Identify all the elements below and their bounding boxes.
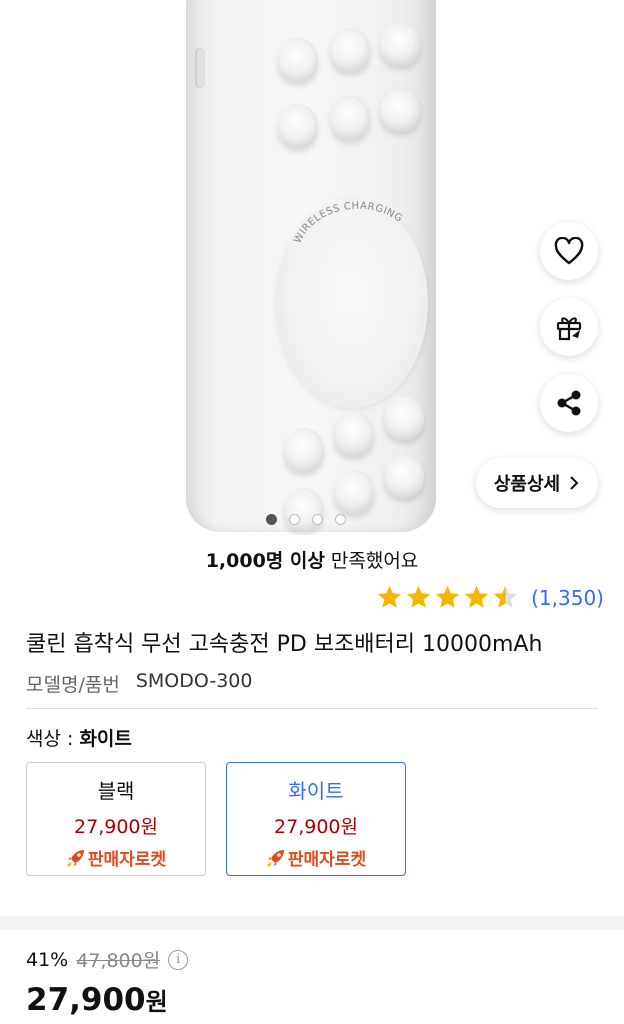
rating-stars xyxy=(376,584,519,611)
suction-cup xyxy=(330,96,370,140)
rocket-icon xyxy=(267,849,284,867)
carousel-dot[interactable] xyxy=(312,514,323,525)
carousel-indicator xyxy=(266,514,346,525)
suction-cup xyxy=(334,412,374,456)
model-value: SMODO-300 xyxy=(135,670,253,692)
rocket-badge-text: 판매자로켓 xyxy=(287,850,367,870)
final-price: 27,900원 xyxy=(26,982,168,1018)
color-option-label: 색상 : 화이트 xyxy=(26,724,132,751)
final-price-unit: 원 xyxy=(145,988,168,1016)
final-price-value: 27,900 xyxy=(26,982,146,1018)
suction-cup xyxy=(334,470,374,514)
carousel-dot[interactable] xyxy=(335,514,346,525)
product-detail-button[interactable]: 상품상세 xyxy=(476,458,598,508)
rating[interactable]: (1,350) xyxy=(376,584,604,611)
suction-cup xyxy=(380,88,420,132)
suction-cup xyxy=(330,28,370,72)
color-label-text: 색상 : xyxy=(26,728,74,750)
option-price: 27,900원 xyxy=(74,816,158,838)
product-image[interactable]: WIRELESS CHARGING xyxy=(0,0,624,535)
selected-color: 화이트 xyxy=(79,728,132,750)
original-price: 47,800원 xyxy=(76,950,161,972)
review-count[interactable]: (1,350) xyxy=(531,586,604,610)
suction-cup xyxy=(278,38,318,82)
discount-rate: 41% xyxy=(26,948,69,971)
product-title: 쿨린 흡착식 무선 고속충전 PD 보조배터리 10000mAh xyxy=(26,632,543,657)
carousel-dot[interactable] xyxy=(266,514,277,525)
star-icon xyxy=(407,585,431,608)
satisfaction-text: 만족했어요 xyxy=(330,550,419,572)
star-icon xyxy=(494,585,518,608)
satisfaction-summary: 1,000명 이상 만족했어요 xyxy=(0,546,624,573)
device-side-button xyxy=(195,48,205,88)
rocket-icon xyxy=(67,849,84,867)
star-icon xyxy=(436,585,460,608)
star-icon xyxy=(378,585,402,608)
color-option-black[interactable]: 블랙 27,900원 판매자로켓 xyxy=(26,762,206,876)
section-separator xyxy=(0,916,624,930)
star-icon xyxy=(465,585,489,608)
heart-icon xyxy=(554,237,584,265)
suction-cup xyxy=(284,428,324,472)
info-icon[interactable]: i xyxy=(168,949,189,970)
model-label: 모델명/품번 xyxy=(26,674,120,696)
suction-cup xyxy=(384,454,424,498)
product-detail-label: 상품상세 xyxy=(493,474,561,495)
divider xyxy=(26,708,598,709)
model-number: 모델명/품번 SMODO-300 xyxy=(26,670,252,697)
suction-cup xyxy=(384,396,424,440)
color-option-white[interactable]: 화이트 27,900원 판매자로켓 xyxy=(226,762,406,876)
discount-row: 41% 47,800원 i xyxy=(26,946,189,973)
gift-icon xyxy=(556,317,582,341)
svg-text:WIRELESS CHARGING: WIRELESS CHARGING xyxy=(293,201,405,246)
share-icon xyxy=(557,390,581,416)
gift-button[interactable] xyxy=(540,298,598,356)
seller-rocket-badge: 판매자로켓 xyxy=(27,845,205,870)
option-price: 27,900원 xyxy=(274,816,358,838)
suction-cup xyxy=(278,104,318,148)
wireless-charging-text: WIRELESS CHARGING xyxy=(293,201,405,246)
chevron-right-icon xyxy=(570,476,579,490)
seller-rocket-badge: 판매자로켓 xyxy=(227,845,405,870)
satisfaction-count: 1,000명 이상 xyxy=(205,550,325,572)
option-name: 블랙 xyxy=(97,779,135,803)
suction-cup xyxy=(380,22,420,66)
carousel-dot[interactable] xyxy=(289,514,300,525)
wishlist-button[interactable] xyxy=(540,222,598,280)
suction-cup xyxy=(284,488,324,532)
rocket-badge-text: 판매자로켓 xyxy=(87,850,167,870)
option-name: 화이트 xyxy=(288,779,344,803)
share-button[interactable] xyxy=(540,374,598,432)
